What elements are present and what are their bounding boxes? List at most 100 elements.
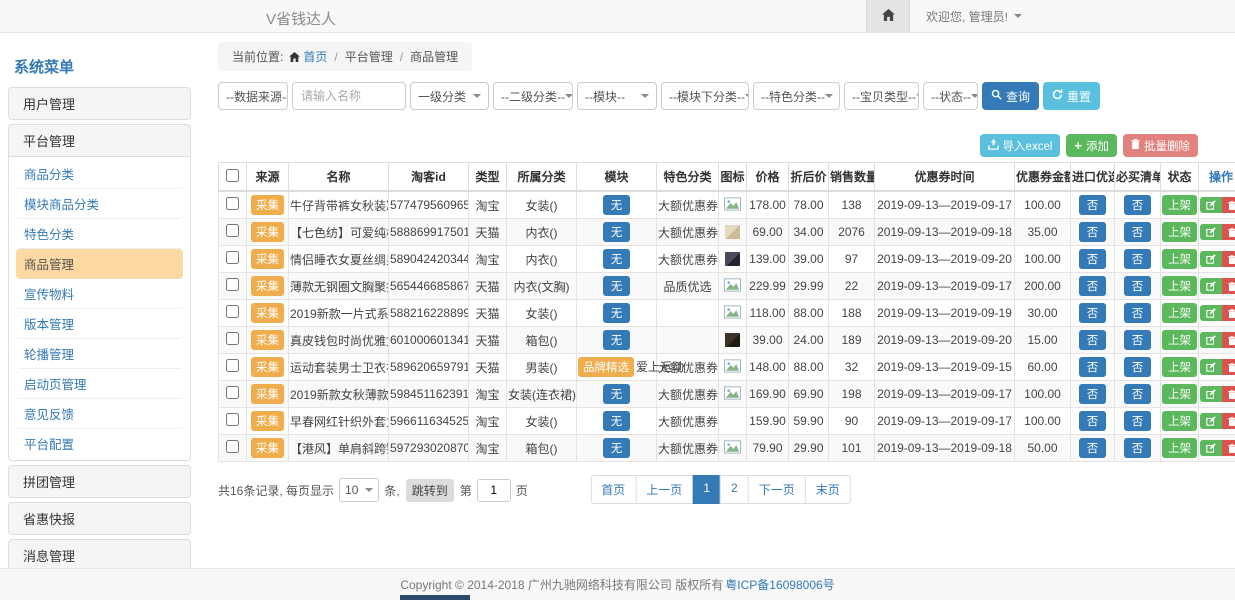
import-select-toggle[interactable]: 否 bbox=[1079, 357, 1107, 377]
delete-button[interactable] bbox=[1222, 332, 1235, 348]
must-buy-toggle[interactable]: 否 bbox=[1124, 438, 1152, 458]
edit-button[interactable] bbox=[1200, 278, 1222, 294]
must-buy-toggle[interactable]: 否 bbox=[1124, 195, 1152, 215]
select-all-checkbox[interactable] bbox=[226, 169, 239, 182]
name-filter-input[interactable] bbox=[292, 82, 406, 110]
home-button[interactable] bbox=[866, 0, 910, 32]
page-button[interactable]: 下一页 bbox=[748, 475, 806, 504]
row-checkbox[interactable] bbox=[226, 305, 239, 318]
import-select-toggle[interactable]: 否 bbox=[1079, 222, 1107, 242]
row-checkbox[interactable] bbox=[226, 278, 239, 291]
delete-button[interactable] bbox=[1222, 197, 1235, 213]
sidebar-sub-item[interactable]: 特色分类 bbox=[16, 219, 183, 249]
sidebar-group-label[interactable]: 平台管理 bbox=[9, 125, 190, 156]
must-buy-toggle[interactable]: 否 bbox=[1124, 303, 1152, 323]
delete-button[interactable] bbox=[1222, 305, 1235, 321]
sidebar-sub-item[interactable]: 轮播管理 bbox=[16, 339, 183, 369]
edit-button[interactable] bbox=[1200, 332, 1222, 348]
import-select-toggle[interactable]: 否 bbox=[1079, 384, 1107, 404]
status-button[interactable]: 上架 bbox=[1162, 384, 1197, 404]
feature-category-select[interactable]: --特色分类-- bbox=[753, 82, 840, 110]
module-select[interactable]: --模块-- bbox=[577, 82, 657, 110]
must-buy-toggle[interactable]: 否 bbox=[1124, 222, 1152, 242]
status-button[interactable]: 上架 bbox=[1162, 195, 1197, 215]
must-buy-toggle[interactable]: 否 bbox=[1124, 384, 1152, 404]
edit-button[interactable] bbox=[1200, 224, 1222, 240]
edit-button[interactable] bbox=[1200, 440, 1222, 456]
sidebar-sub-item[interactable]: 商品管理 bbox=[16, 249, 183, 279]
import-select-toggle[interactable]: 否 bbox=[1079, 276, 1107, 296]
page-button[interactable]: 首页 bbox=[590, 475, 636, 504]
delete-button[interactable] bbox=[1222, 224, 1235, 240]
page-button[interactable]: 1 bbox=[692, 475, 721, 504]
sidebar-sub-item[interactable]: 启动页管理 bbox=[16, 369, 183, 399]
status-button[interactable]: 上架 bbox=[1162, 303, 1197, 323]
batch-delete-button[interactable]: 批量删除 bbox=[1123, 134, 1198, 157]
reset-button[interactable]: 重置 bbox=[1043, 82, 1100, 110]
row-checkbox[interactable] bbox=[226, 386, 239, 399]
breadcrumb-home-link[interactable]: 首页 bbox=[303, 50, 327, 64]
delete-button[interactable] bbox=[1222, 440, 1235, 456]
edit-button[interactable] bbox=[1200, 197, 1222, 213]
module-subcategory-select[interactable]: --模块下分类-- bbox=[661, 82, 749, 110]
import-select-toggle[interactable]: 否 bbox=[1079, 438, 1107, 458]
delete-button[interactable] bbox=[1222, 386, 1235, 402]
row-checkbox[interactable] bbox=[226, 197, 239, 210]
per-page-select[interactable]: 10 bbox=[339, 478, 379, 502]
row-checkbox[interactable] bbox=[226, 251, 239, 264]
sidebar-sub-item[interactable]: 版本管理 bbox=[16, 309, 183, 339]
status-button[interactable]: 上架 bbox=[1162, 330, 1197, 350]
page-button[interactable]: 2 bbox=[720, 475, 749, 504]
edit-button[interactable] bbox=[1200, 305, 1222, 321]
sidebar-sub-item[interactable]: 平台配置 bbox=[16, 429, 183, 458]
sidebar-sub-item[interactable]: 意见反馈 bbox=[16, 399, 183, 429]
delete-button[interactable] bbox=[1222, 278, 1235, 294]
status-button[interactable]: 上架 bbox=[1162, 276, 1197, 296]
status-select[interactable]: --状态-- bbox=[923, 82, 978, 110]
must-buy-toggle[interactable]: 否 bbox=[1124, 357, 1152, 377]
user-menu[interactable]: 欢迎您, 管理员! bbox=[926, 8, 1022, 25]
delete-button[interactable] bbox=[1222, 251, 1235, 267]
status-button[interactable]: 上架 bbox=[1162, 222, 1197, 242]
edit-button[interactable] bbox=[1200, 251, 1222, 267]
sidebar-sub-item[interactable]: 模块商品分类 bbox=[16, 189, 183, 219]
status-button[interactable]: 上架 bbox=[1162, 411, 1197, 431]
page-button[interactable]: 上一页 bbox=[635, 475, 693, 504]
import-select-toggle[interactable]: 否 bbox=[1079, 330, 1107, 350]
status-button[interactable]: 上架 bbox=[1162, 249, 1197, 269]
must-buy-toggle[interactable]: 否 bbox=[1124, 411, 1152, 431]
import-select-toggle[interactable]: 否 bbox=[1079, 411, 1107, 431]
must-buy-toggle[interactable]: 否 bbox=[1124, 249, 1152, 269]
icp-link[interactable]: 粤ICP备16098006号 bbox=[725, 576, 834, 593]
status-button[interactable]: 上架 bbox=[1162, 357, 1197, 377]
edit-button[interactable] bbox=[1200, 413, 1222, 429]
status-button[interactable]: 上架 bbox=[1162, 438, 1197, 458]
level1-category-select[interactable]: 一级分类 bbox=[410, 82, 489, 110]
sidebar-sub-item[interactable]: 商品分类 bbox=[16, 159, 183, 189]
data-source-select[interactable]: --数据来源-- bbox=[218, 82, 288, 110]
edit-button[interactable] bbox=[1200, 359, 1222, 375]
edit-button[interactable] bbox=[1200, 386, 1222, 402]
must-buy-toggle[interactable]: 否 bbox=[1124, 276, 1152, 296]
delete-button[interactable] bbox=[1222, 413, 1235, 429]
must-buy-toggle[interactable]: 否 bbox=[1124, 330, 1152, 350]
row-checkbox[interactable] bbox=[226, 332, 239, 345]
row-checkbox[interactable] bbox=[226, 224, 239, 237]
import-select-toggle[interactable]: 否 bbox=[1079, 303, 1107, 323]
sidebar-group[interactable]: 省惠快报 bbox=[8, 502, 191, 535]
page-button[interactable]: 末页 bbox=[805, 475, 851, 504]
item-type-select[interactable]: --宝贝类型-- bbox=[844, 82, 919, 110]
page-number-input[interactable] bbox=[477, 479, 511, 502]
sidebar-group-users[interactable]: 用户管理 bbox=[8, 87, 191, 120]
import-excel-button[interactable]: 导入excel bbox=[980, 134, 1061, 157]
level2-category-select[interactable]: --二级分类-- bbox=[493, 82, 573, 110]
jump-button[interactable]: 跳转到 bbox=[406, 479, 454, 502]
row-checkbox[interactable] bbox=[226, 359, 239, 372]
sidebar-group[interactable]: 拼团管理 bbox=[8, 465, 191, 498]
row-checkbox[interactable] bbox=[226, 413, 239, 426]
import-select-toggle[interactable]: 否 bbox=[1079, 195, 1107, 215]
delete-button[interactable] bbox=[1222, 359, 1235, 375]
search-button[interactable]: 查询 bbox=[982, 82, 1039, 110]
add-button[interactable]: + 添加 bbox=[1066, 134, 1117, 157]
row-checkbox[interactable] bbox=[226, 440, 239, 453]
